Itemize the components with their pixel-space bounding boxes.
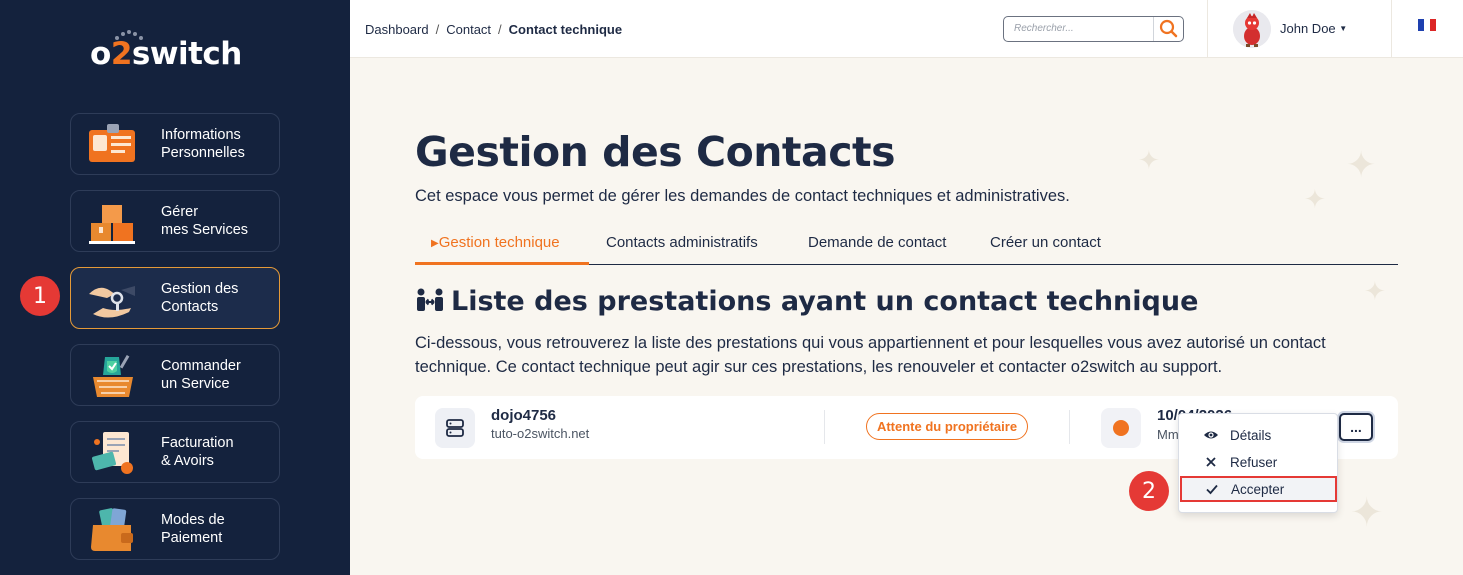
service-name: dojo4756 xyxy=(491,407,557,424)
sidebar-item-label: Gérer mes Services xyxy=(161,204,249,238)
sidebar-item-label: Gestion des Contacts xyxy=(161,281,239,315)
section-title: Liste des prestations ayant un contact t… xyxy=(415,286,1198,317)
topbar-divider xyxy=(1207,0,1208,58)
page-subtitle: Cet espace vous permet de gérer les dema… xyxy=(415,187,1070,205)
sidebar-item-commander[interactable]: Commander un Service xyxy=(70,344,280,406)
status-badge: Attente du propriétaire xyxy=(866,413,1028,440)
id-card-icon xyxy=(89,124,135,162)
eye-icon xyxy=(1203,427,1219,443)
sidebar-item-informations[interactable]: Informations Personnelles xyxy=(70,113,280,175)
breadcrumb-separator: / xyxy=(435,22,440,37)
breadcrumb-current: Contact technique xyxy=(508,22,623,37)
sparkle-decoration: ✦ xyxy=(1346,144,1377,185)
sidebar-item-contacts[interactable]: Gestion des Contacts xyxy=(70,267,280,329)
menu-item-refuser[interactable]: Refuser xyxy=(1179,449,1337,475)
sidebar-item-services[interactable]: Gérer mes Services xyxy=(70,190,280,252)
invoice-icon xyxy=(92,432,133,474)
sparkle-decoration: ✦ xyxy=(1138,145,1160,175)
caret-down-icon: ▼ xyxy=(1339,24,1348,33)
breadcrumb-separator: / xyxy=(498,22,502,37)
search-button[interactable] xyxy=(1153,17,1183,41)
sidebar-item-label: Modes de Paiement xyxy=(161,512,225,546)
shopping-basket-icon xyxy=(93,354,133,397)
search-input[interactable]: Rechercher... xyxy=(1014,23,1074,34)
step-badge-1: 1 xyxy=(20,276,60,316)
sidebar-item-label: Commander un Service xyxy=(161,358,241,392)
date-subtext: Mm xyxy=(1157,427,1179,442)
menu-item-details[interactable]: Détails xyxy=(1179,422,1337,448)
avatar[interactable] xyxy=(1233,10,1271,48)
sparkle-decoration: ✦ xyxy=(1304,184,1326,214)
row-divider xyxy=(1069,410,1070,444)
sidebar-item-paiement[interactable]: Modes de Paiement xyxy=(70,498,280,560)
server-icon xyxy=(435,408,475,448)
flag-fr-icon[interactable] xyxy=(1418,19,1436,31)
user-menu[interactable]: John Doe ▼ xyxy=(1280,21,1347,36)
sparkle-decoration: ✦ xyxy=(1364,276,1386,306)
tab-contacts-administratifs[interactable]: Contacts administratifs xyxy=(606,234,758,251)
row-divider xyxy=(824,410,825,444)
caret-right-icon: ▶ xyxy=(431,238,439,249)
mascot-avatar-icon xyxy=(1233,10,1271,48)
people-arrows-icon xyxy=(417,288,443,311)
search-icon xyxy=(1159,19,1178,38)
boxes-icon xyxy=(89,205,135,244)
breadcrumb-dashboard[interactable]: Dashboard xyxy=(365,22,429,37)
sidebar-item-label: Informations Personnelles xyxy=(161,127,245,161)
topbar: Dashboard / Contact / Contact technique Rech… xyxy=(350,0,1463,58)
sidebar-item-label: Facturation & Avoirs xyxy=(161,435,234,469)
check-icon xyxy=(1204,481,1220,497)
actions-dropdown-menu: Détails Refuser Accepter xyxy=(1178,413,1338,513)
sparkle-decoration: ✦ xyxy=(1350,491,1384,535)
step-badge-2: 2 xyxy=(1129,471,1169,511)
handshake-key-icon xyxy=(89,286,135,318)
menu-item-accepter[interactable]: Accepter xyxy=(1180,476,1337,502)
section-description: Ci-dessous, vous retrouverez la liste de… xyxy=(415,334,1326,376)
search-box: Rechercher... xyxy=(1003,16,1184,42)
status-dot-icon xyxy=(1101,408,1141,448)
tab-bar: ▶Gestion technique Contacts administrati… xyxy=(415,226,1398,265)
tab-demande-contact[interactable]: Demande de contact xyxy=(808,234,946,251)
tab-gestion-technique[interactable]: ▶Gestion technique xyxy=(431,234,560,251)
more-actions-button[interactable]: ... xyxy=(1339,413,1373,441)
o2switch-logo[interactable]: o2switch xyxy=(90,36,242,72)
active-tab-indicator xyxy=(415,262,589,265)
wallet-icon xyxy=(91,508,133,551)
topbar-divider xyxy=(1391,0,1392,58)
breadcrumb: Dashboard / Contact / Contact technique xyxy=(365,22,622,37)
sidebar-item-facturation[interactable]: Facturation & Avoirs xyxy=(70,421,280,483)
service-domain: tuto-o2switch.net xyxy=(491,426,590,441)
tab-creer-contact[interactable]: Créer un contact xyxy=(990,234,1101,251)
ellipsis-icon: ... xyxy=(1350,419,1362,435)
x-icon xyxy=(1203,454,1219,470)
breadcrumb-contact[interactable]: Contact xyxy=(446,22,491,37)
page-title: Gestion des Contacts xyxy=(415,128,896,176)
